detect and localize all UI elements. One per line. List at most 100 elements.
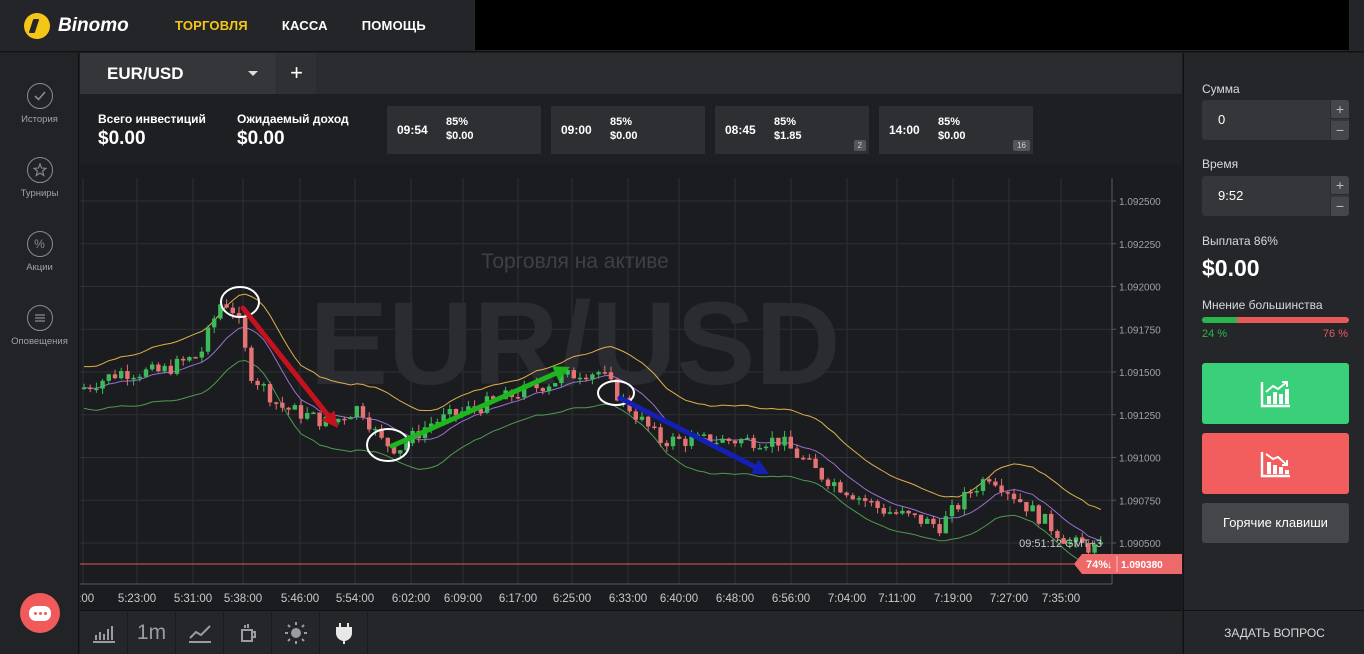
sidebar-item-label: Оповещения — [11, 336, 68, 347]
deal-amount: $1.85 — [774, 130, 802, 142]
trade-down-button[interactable] — [1202, 433, 1349, 494]
nav-trading[interactable]: ТОРГОВЛЯ — [158, 0, 265, 52]
candle-body — [968, 491, 973, 494]
sidebar-item-label: История — [21, 114, 58, 125]
add-asset-button[interactable]: + — [277, 53, 316, 94]
sidebar-item-tournaments[interactable]: Турниры — [0, 157, 79, 199]
chart-type-button[interactable] — [80, 611, 128, 654]
candle-body — [943, 516, 948, 534]
indicators-button[interactable] — [224, 611, 272, 654]
expected-income-label: Ожидаемый доход — [237, 112, 349, 126]
drawing-tools-button[interactable] — [176, 611, 224, 654]
chat-icon — [29, 605, 51, 621]
candle-body — [243, 317, 248, 348]
x-tick-label: 5:31:00 — [174, 593, 212, 605]
asset-tab-eurusd[interactable]: EUR/USD — [80, 53, 276, 94]
candle-body — [720, 438, 725, 443]
y-tick-label: 1.092000 — [1119, 283, 1161, 294]
deal-count-badge: 2 — [853, 140, 866, 151]
theme-toggle-button[interactable] — [272, 611, 320, 654]
y-tick-label: 1.091000 — [1119, 454, 1161, 465]
candle-body — [584, 377, 589, 380]
deal-time: 08:45 — [725, 123, 756, 137]
nav-help[interactable]: ПОМОЩЬ — [345, 0, 443, 52]
nav-cashier[interactable]: КАССА — [265, 0, 345, 52]
candle-body — [925, 518, 930, 524]
amount-value[interactable]: 0 — [1218, 112, 1225, 127]
candle-body — [757, 448, 762, 450]
time-increase-button[interactable]: + — [1330, 176, 1349, 195]
total-investments: Всего инвестиций $0.00 — [98, 112, 206, 150]
candle-body — [367, 417, 372, 430]
amount-stepper[interactable]: 0 + − — [1202, 100, 1349, 140]
candle-body — [794, 448, 800, 458]
asset-tabs-bar: EUR/USD + — [80, 53, 1182, 94]
candle-body — [875, 501, 880, 508]
binomo-logo[interactable]: Binomo — [24, 12, 129, 40]
candle-body — [1024, 502, 1029, 512]
trade-up-button[interactable] — [1202, 363, 1349, 424]
candle-body — [918, 514, 924, 524]
deal-time: 09:00 — [561, 123, 592, 137]
timeframe-button[interactable]: 1m — [128, 611, 176, 654]
deal-percent: 85% — [446, 116, 469, 128]
amount-increase-button[interactable]: + — [1330, 100, 1349, 119]
theme-sun-icon — [284, 622, 307, 644]
price-chart[interactable]: EUR/USD Торговля на активе 1.092500 1.092… — [80, 164, 1182, 610]
candle-body — [838, 482, 843, 493]
time-stepper[interactable]: 9:52 + − — [1202, 176, 1349, 216]
y-tick-label: 1.091250 — [1119, 411, 1161, 422]
candle-body — [825, 479, 831, 486]
x-tick-label: 5:46:00 — [281, 593, 319, 605]
ask-question-button[interactable]: ЗАДАТЬ ВОПРОС — [1184, 610, 1364, 654]
main-nav: ТОРГОВЛЯ КАССА ПОМОЩЬ — [158, 0, 443, 52]
time-decrease-button[interactable]: − — [1330, 197, 1349, 216]
plug-icon — [335, 623, 352, 644]
candle-body — [230, 307, 235, 314]
candle-body — [100, 380, 105, 389]
candle-body — [131, 377, 136, 380]
sidebar-item-promotions[interactable]: % Акции — [0, 231, 79, 273]
deal-card[interactable]: 08:45 85% $1.85 2 — [715, 106, 869, 154]
candle-body — [844, 492, 849, 496]
deal-percent: 85% — [610, 116, 633, 128]
candle-body — [274, 402, 279, 404]
logo-text: Binomo — [58, 15, 129, 36]
candle-body — [646, 416, 651, 427]
candle-body — [887, 512, 893, 514]
time-value[interactable]: 9:52 — [1218, 188, 1243, 203]
deal-card[interactable]: 09:54 85% $0.00 — [387, 106, 541, 154]
amount-decrease-button[interactable]: − — [1330, 121, 1349, 140]
candle-body — [937, 524, 942, 534]
candle-body — [373, 428, 378, 431]
hotkeys-button[interactable]: Горячие клавиши — [1202, 503, 1349, 543]
candle-body — [999, 485, 1004, 493]
notifications-list-icon — [26, 305, 53, 331]
candle-body — [143, 369, 149, 377]
deal-time: 14:00 — [889, 123, 920, 137]
time-label: Время — [1202, 157, 1239, 171]
x-tick-label: 6:40:00 — [660, 593, 698, 605]
y-tick-label: 1.090500 — [1119, 539, 1161, 550]
candle-body — [515, 397, 521, 399]
deal-card[interactable]: 14:00 85% $0.00 16 — [879, 106, 1033, 154]
candle-body — [677, 436, 682, 439]
candle-body — [590, 374, 595, 380]
chart-canvas[interactable]: EUR/USD Торговля на активе 1.0925001.092… — [80, 164, 1182, 610]
candle-body — [701, 434, 707, 436]
candle-body — [931, 518, 936, 525]
candle-body — [156, 364, 161, 372]
x-tick-label: 6:33:00 — [609, 593, 647, 605]
x-tick-label: 7:11:00 — [878, 593, 916, 605]
sidebar-item-notifications[interactable]: Оповещения — [0, 305, 79, 347]
candle-body — [286, 407, 291, 410]
x-tick-label: 5:38:00 — [224, 593, 262, 605]
deal-card[interactable]: 09:00 85% $0.00 — [551, 106, 705, 154]
candle-body — [88, 387, 93, 390]
connection-button[interactable] — [320, 611, 368, 654]
sidebar-item-history[interactable]: История — [0, 83, 79, 125]
chat-support-button[interactable] — [20, 593, 60, 633]
header-banner-area — [475, 0, 1349, 50]
candle-body — [267, 384, 273, 403]
y-axis: 1.092500 1.092250 1.092000 1.091750 1.091500… — [1111, 178, 1161, 584]
